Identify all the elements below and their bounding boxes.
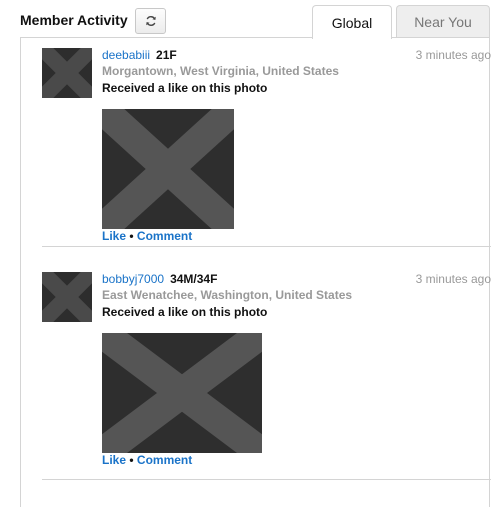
activity-item: bobbyj7000 34M/34F 3 minutes ago East Wen… xyxy=(42,272,491,472)
tab-near-you[interactable]: Near You xyxy=(396,5,490,38)
tab-global[interactable]: Global xyxy=(312,5,392,39)
item-divider xyxy=(42,246,491,247)
refresh-button[interactable] xyxy=(135,8,166,34)
link-separator: • xyxy=(129,229,134,243)
avatar[interactable] xyxy=(42,48,92,98)
location: Morgantown, West Virginia, United States xyxy=(102,64,339,78)
refresh-icon xyxy=(145,15,157,27)
action-links: Like • Comment xyxy=(102,453,192,467)
link-separator: • xyxy=(129,453,134,467)
member-activity-title: Member Activity xyxy=(20,12,128,28)
demographic: 34M/34F xyxy=(170,272,218,286)
username[interactable]: deebabiii xyxy=(102,48,150,62)
like-link[interactable]: Like xyxy=(102,229,126,243)
activity-feed-panel: deebabiii 21F 3 minutes ago Morgantown, W… xyxy=(20,37,491,507)
comment-link[interactable]: Comment xyxy=(137,229,192,243)
location: East Wenatchee, Washington, United State… xyxy=(102,288,353,302)
timestamp: 3 minutes ago xyxy=(415,48,491,62)
comment-link[interactable]: Comment xyxy=(137,453,192,467)
action-links: Like • Comment xyxy=(102,229,192,243)
activity-item: deebabiii 21F 3 minutes ago Morgantown, W… xyxy=(42,48,491,248)
activity-description: Received a like on this photo xyxy=(102,305,268,319)
activity-photo[interactable] xyxy=(102,333,262,453)
demographic: 21F xyxy=(156,48,177,62)
timestamp: 3 minutes ago xyxy=(415,272,491,286)
username-link[interactable]: bobbyj7000 34M/34F xyxy=(102,272,217,286)
item-divider xyxy=(42,479,491,480)
activity-photo[interactable] xyxy=(102,109,234,229)
activity-description: Received a like on this photo xyxy=(102,81,268,95)
avatar[interactable] xyxy=(42,272,92,322)
like-link[interactable]: Like xyxy=(102,453,126,467)
username-link[interactable]: deebabiii 21F xyxy=(102,48,177,62)
username[interactable]: bobbyj7000 xyxy=(102,272,164,286)
